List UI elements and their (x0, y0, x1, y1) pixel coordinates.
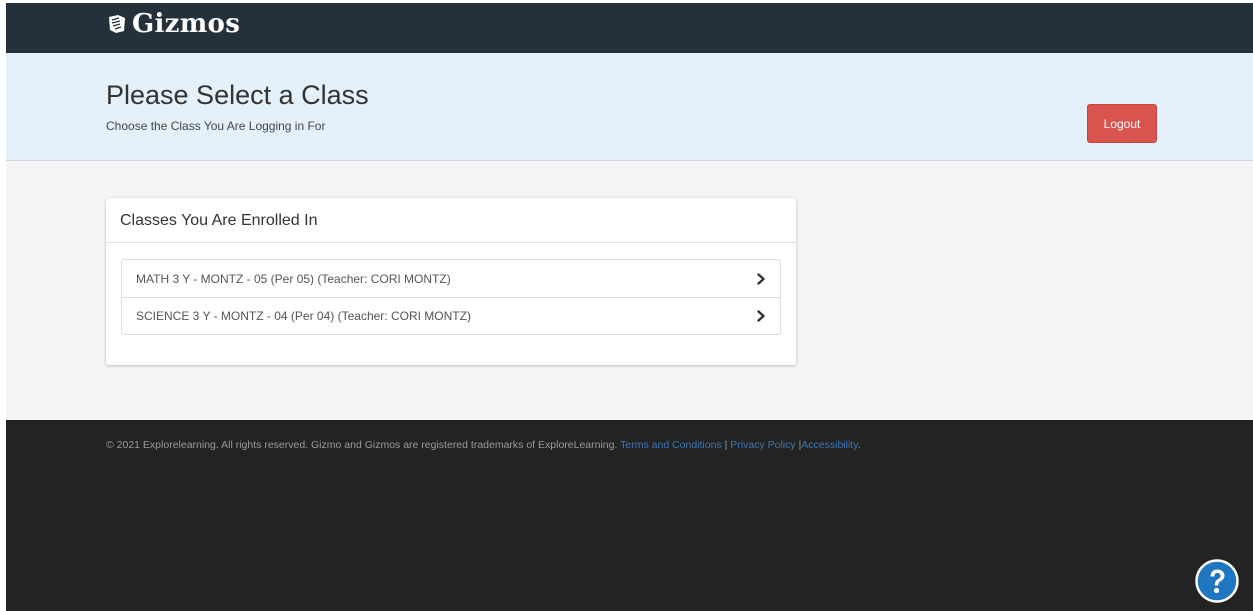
page-subtitle: Choose the Class You Are Logging in For (106, 119, 326, 133)
page-header: Please Select a Class Choose the Class Y… (6, 53, 1253, 161)
classes-panel: Classes You Are Enrolled In MATH 3 Y - M… (106, 198, 796, 365)
accessibility-link[interactable]: Accessibility (801, 439, 857, 451)
page-title: Please Select a Class (106, 80, 369, 110)
class-item-label: SCIENCE 3 Y - MONTZ - 04 (Per 04) (Teach… (136, 309, 471, 323)
brand-name: Gizmos (132, 9, 241, 39)
footer-separator: | (724, 439, 728, 451)
class-list: MATH 3 Y - MONTZ - 05 (Per 05) (Teacher:… (121, 259, 781, 335)
page-footer: © 2021 Explorelearning. All rights reser… (6, 420, 1253, 611)
top-navbar: Gizmos (6, 3, 1253, 53)
terms-link[interactable]: Terms and Conditions (620, 439, 722, 451)
gizmos-logo-icon (109, 15, 125, 33)
chevron-right-icon (757, 310, 765, 322)
chevron-right-icon (757, 272, 765, 285)
footer-text: © 2021 Explorelearning. All rights reser… (106, 439, 861, 451)
class-item-science[interactable]: SCIENCE 3 Y - MONTZ - 04 (Per 04) (Teach… (122, 297, 780, 334)
class-item-math[interactable]: MATH 3 Y - MONTZ - 05 (Per 05) (Teacher:… (122, 260, 780, 297)
logout-button[interactable]: Logout (1087, 104, 1157, 143)
panel-heading: Classes You Are Enrolled In (106, 198, 796, 243)
copyright-text: © 2021 Explorelearning. All rights reser… (106, 439, 618, 451)
privacy-link[interactable]: Privacy Policy (730, 439, 795, 451)
help-question-icon[interactable] (1195, 559, 1239, 603)
footer-period: . (857, 439, 861, 451)
class-item-label: MATH 3 Y - MONTZ - 05 (Per 05) (Teacher:… (136, 271, 451, 286)
page: Gizmos Please Select a Class Choose the … (6, 3, 1253, 611)
brand-logo-link[interactable]: Gizmos (106, 9, 240, 39)
